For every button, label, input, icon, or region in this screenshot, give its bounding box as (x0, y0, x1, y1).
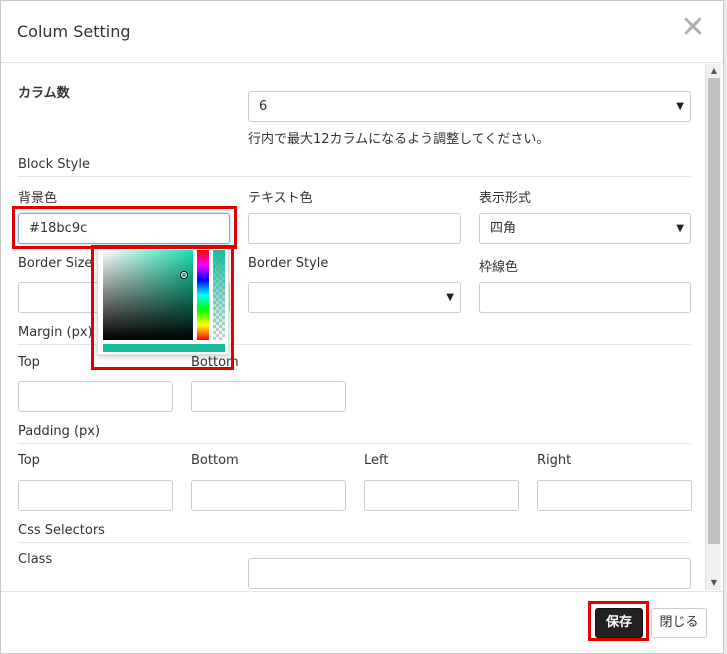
hue-slider[interactable] (197, 250, 209, 340)
padding-bottom-input[interactable] (191, 480, 346, 511)
border-color-input[interactable] (479, 282, 691, 313)
columns-select[interactable]: 6 ▼ (248, 91, 691, 122)
dialog-scrollbar[interactable]: ▲ ▼ (705, 64, 721, 590)
column-setting-dialog: Colum Setting ✕ カラム数 6 ▼ 行内で最大12カラムになるよう… (0, 0, 724, 654)
border-style-label: Border Style (248, 256, 329, 271)
dialog-footer: 保存 閉じる (1, 591, 723, 654)
columns-hint: 行内で最大12カラムになるよう調整してください。 (248, 132, 550, 147)
text-color-label: テキスト色 (248, 191, 313, 206)
dialog-title: Colum Setting (17, 22, 131, 41)
bg-color-input[interactable]: #18bc9c (18, 213, 230, 244)
margin-bottom-label: Bottom (191, 355, 239, 370)
scroll-up-icon[interactable]: ▲ (706, 64, 722, 78)
divider (18, 176, 691, 177)
display-select-value: 四角 (490, 221, 517, 236)
caret-down-icon: ▼ (446, 292, 454, 303)
caret-down-icon: ▼ (676, 101, 684, 112)
color-picker-popup (97, 245, 229, 355)
padding-right-input[interactable] (537, 480, 692, 511)
color-picker-handle[interactable] (181, 272, 187, 278)
margin-heading: Margin (px) (18, 325, 93, 340)
class-label: Class (18, 552, 53, 567)
saturation-value-area[interactable] (103, 250, 193, 340)
close-icon[interactable]: ✕ (679, 13, 707, 43)
alpha-slider[interactable] (213, 250, 225, 340)
bg-color-label: 背景色 (18, 191, 58, 206)
display-label: 表示形式 (479, 191, 532, 206)
padding-right-label: Right (537, 453, 572, 468)
color-preview (103, 344, 225, 352)
columns-label: カラム数 (18, 86, 70, 101)
margin-top-label: Top (18, 355, 40, 370)
class-input[interactable] (248, 558, 691, 589)
block-style-heading: Block Style (18, 157, 90, 172)
padding-bottom-label: Bottom (191, 453, 239, 468)
save-button[interactable]: 保存 (595, 608, 643, 638)
close-button[interactable]: 閉じる (651, 608, 707, 638)
margin-bottom-input[interactable] (191, 381, 346, 412)
padding-left-label: Left (364, 453, 389, 468)
padding-heading: Padding (px) (18, 424, 101, 439)
text-color-input[interactable] (248, 213, 461, 244)
divider (18, 542, 691, 543)
display-select[interactable]: 四角 ▼ (479, 213, 691, 244)
columns-select-value: 6 (259, 99, 268, 114)
padding-top-input[interactable] (18, 480, 173, 511)
padding-left-input[interactable] (364, 480, 519, 511)
padding-top-label: Top (18, 453, 40, 468)
caret-down-icon: ▼ (676, 223, 684, 234)
border-color-label: 枠線色 (479, 260, 519, 275)
border-style-select[interactable]: ▼ (248, 282, 461, 313)
scroll-down-icon[interactable]: ▼ (706, 576, 722, 590)
dialog-header: Colum Setting ✕ (1, 1, 723, 63)
margin-top-input[interactable] (18, 381, 173, 412)
scroll-thumb[interactable] (708, 78, 720, 544)
css-selectors-heading: Css Selectors (18, 523, 105, 538)
divider (18, 443, 691, 444)
